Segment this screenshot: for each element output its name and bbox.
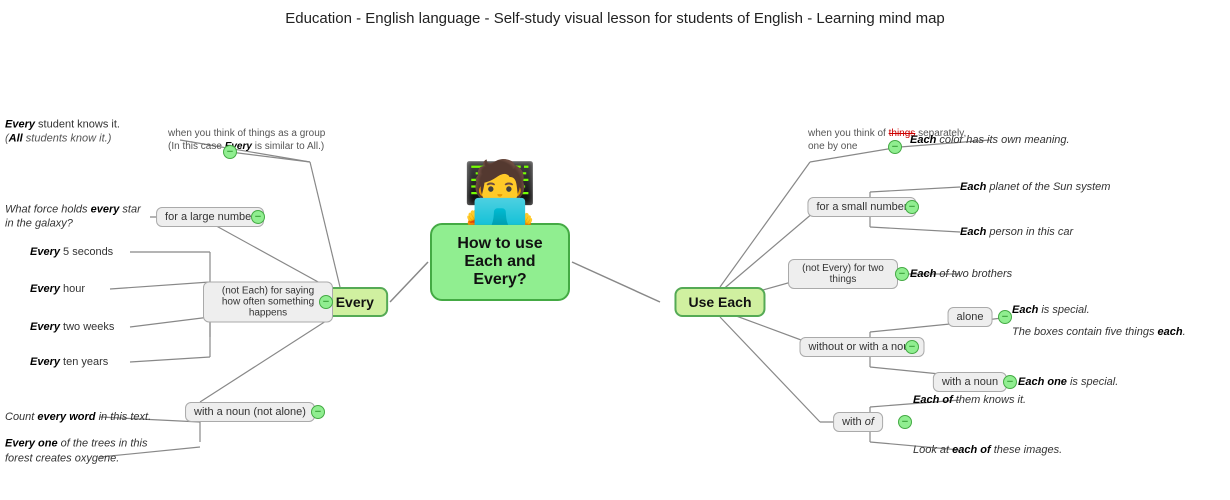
circle-minus-noun-left[interactable]: − [311, 405, 325, 419]
leaf-each-color: Each color has its own meaning. [910, 134, 1070, 146]
page-title: Education - English language - Self-stud… [0, 0, 1230, 27]
leaf-group-note: when you think of things as a group (In … [168, 127, 328, 153]
circle-minus-freq[interactable]: − [319, 295, 333, 309]
circle-minus-two[interactable]: − [895, 267, 909, 281]
leaf-every-one: Every one of the trees in this forest cr… [5, 437, 160, 468]
circle-minus-large[interactable]: − [251, 210, 265, 224]
sub-with-noun-right: with a noun [933, 372, 1007, 392]
leaf-planet: Each planet of the Sun system [960, 181, 1110, 193]
circle-minus-alone[interactable]: − [998, 310, 1012, 324]
circle-minus-sep[interactable]: − [888, 140, 902, 154]
leaf-every-student: Every student knows it. (All students kn… [5, 118, 120, 147]
leaf-two-brothers: Each of two brothers [910, 268, 1012, 280]
sub-not-each: (not Each) for saying how often somethin… [203, 282, 333, 323]
leaf-5sec: Every 5 seconds [30, 246, 113, 258]
sub-with-of: with of [833, 412, 883, 432]
leaf-person-car: Each person in this car [960, 226, 1073, 238]
circle-minus-small[interactable]: − [905, 200, 919, 214]
circle-minus-with-of[interactable]: − [898, 415, 912, 429]
sub-large-number: for a large number [156, 207, 264, 227]
leaf-each-one: Each one is special. [1018, 376, 1118, 388]
leaf-tenyears: Every ten years [30, 356, 108, 368]
leaf-hour: Every hour [30, 283, 85, 295]
sub-not-every-two: (not Every) for two things [788, 259, 898, 289]
center-node: How to useEach and Every? [430, 223, 570, 301]
leaf-boxes: The boxes contain five things each. [1012, 326, 1186, 338]
leaf-count-word: Count every word in this text. [5, 411, 151, 423]
circle-minus-with-noun[interactable]: − [1003, 375, 1017, 389]
use-each-node: Use Each [674, 287, 765, 317]
sub-small-number: for a small number [807, 197, 916, 217]
leaf-twoweeks: Every two weeks [30, 321, 114, 333]
leaf-each-of-them: Each of them knows it. [913, 394, 1026, 406]
study-figure: 🧑‍💻 [463, 157, 538, 228]
leaf-each-special: Each is special. [1012, 304, 1090, 316]
circle-minus-group[interactable]: − [223, 145, 237, 159]
leaf-star: What force holds every star in the galax… [5, 203, 145, 232]
leaf-each-images: Look at each of these images. [913, 444, 1062, 456]
circle-minus-without[interactable]: − [905, 340, 919, 354]
sub-with-noun-left: with a noun (not alone) [185, 402, 315, 422]
sub-alone: alone [948, 307, 993, 327]
